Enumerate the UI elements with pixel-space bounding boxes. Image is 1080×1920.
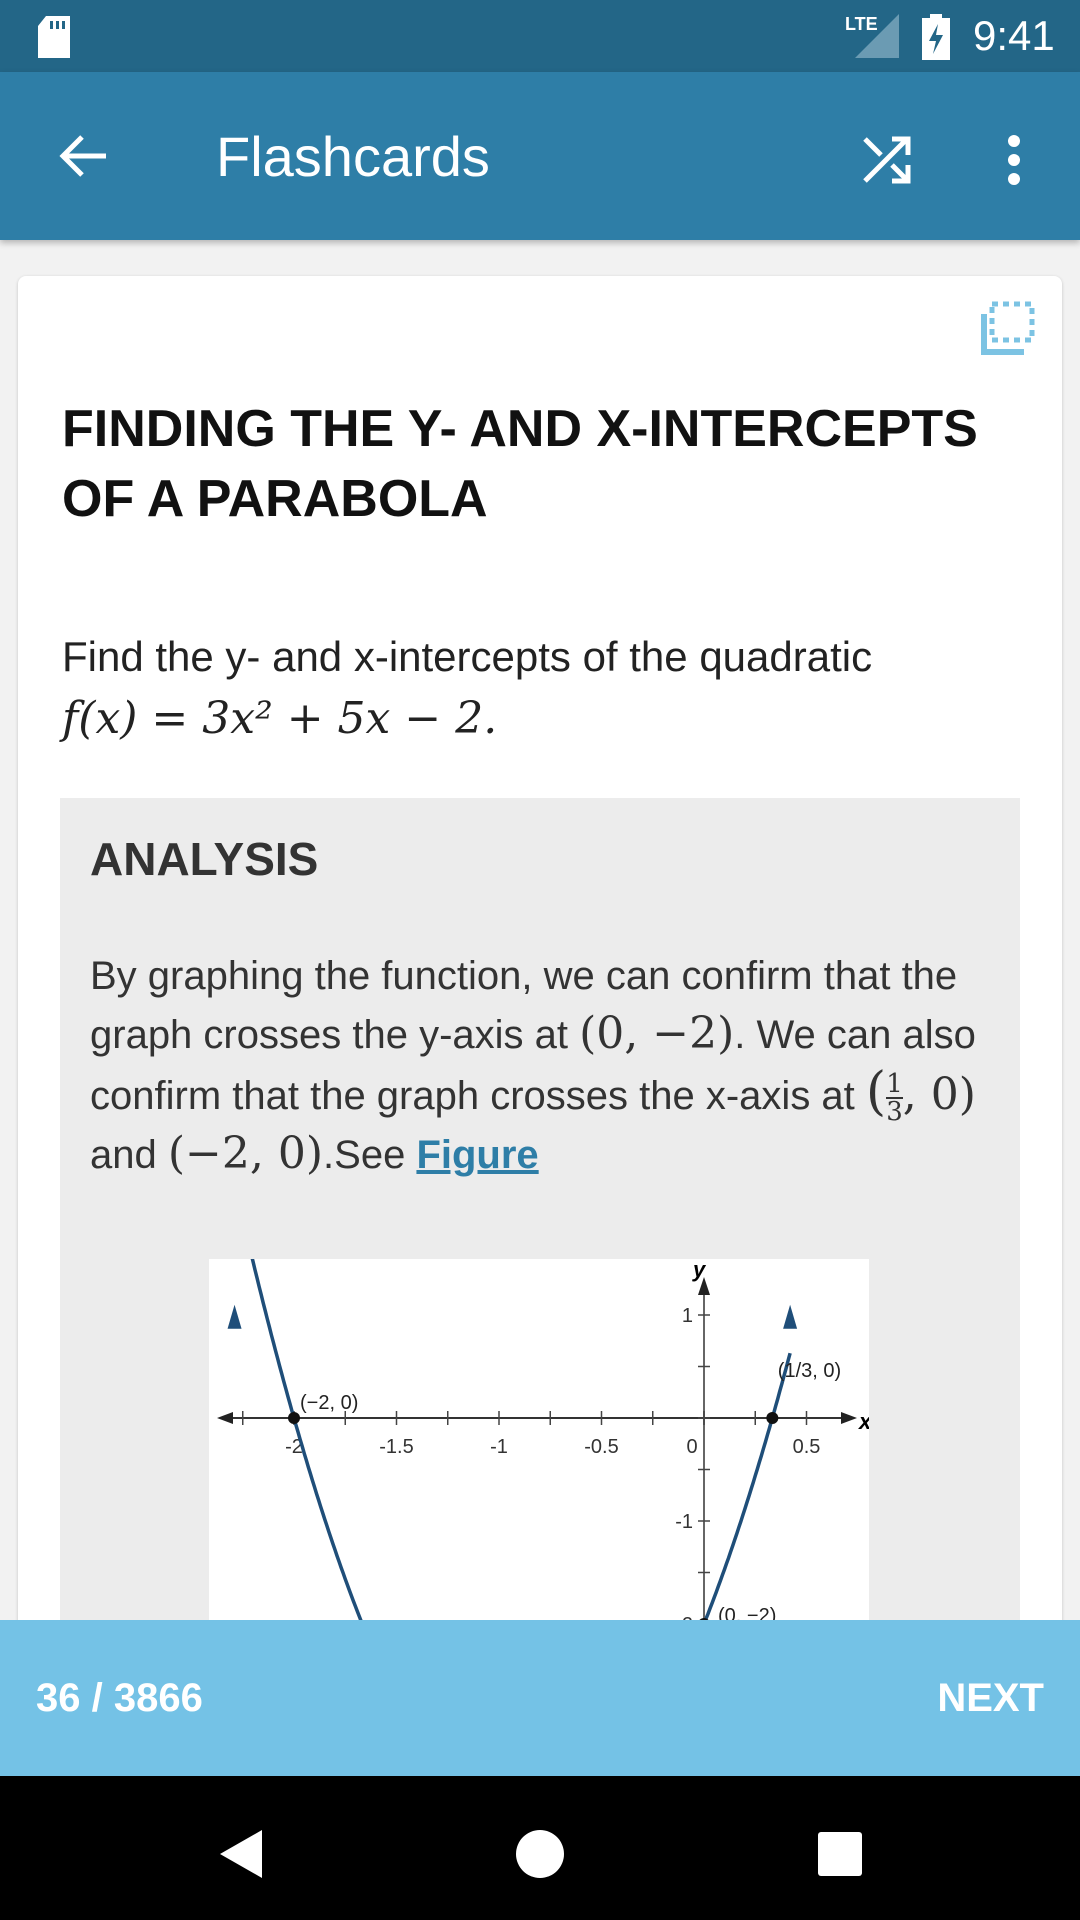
back-nav-icon[interactable] bbox=[216, 1830, 262, 1878]
status-bar: LTE 9:41 bbox=[0, 0, 1080, 72]
math: (−2, 0) bbox=[167, 1128, 324, 1180]
text: and bbox=[90, 1133, 168, 1178]
intercept-point bbox=[288, 1412, 300, 1424]
analysis-text: By graphing the function, we can confirm… bbox=[90, 948, 1000, 1184]
x-tick-label: 0.5 bbox=[793, 1436, 821, 1458]
heading-line: OF A PARABOLA bbox=[62, 470, 488, 528]
home-nav-icon[interactable] bbox=[516, 1830, 564, 1878]
card-counter: 36 / 3866 bbox=[36, 1676, 203, 1720]
denominator: 3 bbox=[886, 1097, 903, 1128]
x-axis-label: x bbox=[858, 1409, 869, 1434]
bottom-bar: 36 / 3866 NEXT bbox=[0, 1620, 1080, 1776]
figure-link[interactable]: Figure bbox=[416, 1133, 538, 1177]
intercept-point bbox=[766, 1412, 779, 1424]
y-axis-label: y bbox=[692, 1259, 707, 1282]
numerator: 1 bbox=[886, 1069, 903, 1100]
x-tick-label: 0 bbox=[686, 1436, 697, 1458]
y-tick-label: -1 bbox=[675, 1511, 693, 1533]
sd-card-icon bbox=[38, 16, 70, 58]
question: Find the y- and x-intercepts of the quad… bbox=[62, 626, 1022, 750]
recents-nav-icon[interactable] bbox=[818, 1832, 862, 1876]
app-bar: Flashcards bbox=[0, 72, 1080, 240]
x-tick-label: -1 bbox=[490, 1436, 508, 1458]
x-axis-arrow-left bbox=[217, 1412, 233, 1424]
x-axis-arrow-right bbox=[841, 1412, 857, 1424]
heading-line: FINDING THE Y- AND X-INTERCEPTS bbox=[62, 400, 978, 458]
fullscreen-icon[interactable] bbox=[980, 300, 1036, 356]
y-tick-label: 1 bbox=[682, 1305, 693, 1327]
curve-arrow-right bbox=[783, 1304, 798, 1329]
x-tick-label: -1.5 bbox=[379, 1436, 413, 1458]
clock: 9:41 bbox=[973, 12, 1055, 59]
math: ( bbox=[865, 1062, 887, 1122]
card-heading: FINDING THE Y- AND X-INTERCEPTS OF A PAR… bbox=[62, 394, 1022, 534]
x-tick-label: -0.5 bbox=[584, 1436, 618, 1458]
next-button[interactable]: NEXT bbox=[937, 1676, 1044, 1721]
point-label: (1/3, 0) bbox=[778, 1360, 841, 1382]
navigation-bar bbox=[0, 1776, 1080, 1920]
back-arrow-icon[interactable] bbox=[58, 134, 110, 178]
question-text: Find the y- and x-intercepts of the quad… bbox=[62, 633, 873, 680]
battery-charging-icon bbox=[922, 14, 950, 60]
point-label: (−2, 0) bbox=[300, 1392, 358, 1414]
signal-icon bbox=[855, 14, 899, 58]
question-math: f(x) = 3x² + 5x − 2. bbox=[62, 693, 498, 744]
flashcard: FINDING THE Y- AND X-INTERCEPTS OF A PAR… bbox=[18, 276, 1062, 1841]
more-vert-icon[interactable] bbox=[1002, 134, 1026, 186]
curve-arrow-left bbox=[227, 1304, 242, 1329]
text: .See bbox=[323, 1133, 417, 1178]
fraction: 13 bbox=[886, 1071, 903, 1125]
math: (0, −2) bbox=[579, 1008, 735, 1059]
analysis-title: ANALYSIS bbox=[90, 833, 319, 885]
math: , 0) bbox=[902, 1069, 976, 1120]
analysis-box: ANALYSIS By graphing the function, we ca… bbox=[60, 798, 1020, 1841]
page-title: Flashcards bbox=[216, 125, 490, 188]
shuffle-icon[interactable] bbox=[862, 134, 912, 184]
